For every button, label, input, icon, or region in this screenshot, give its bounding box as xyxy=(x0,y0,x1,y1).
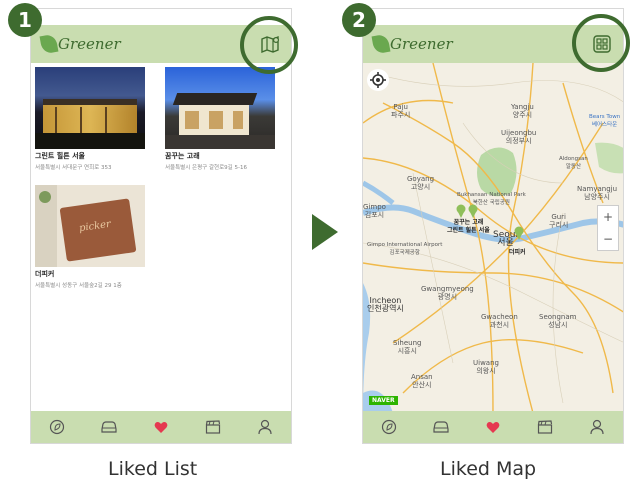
nav-clapper-button[interactable] xyxy=(534,416,556,438)
map-view[interactable]: Paju 파주시 Yangju 양주시 Uijeongbu 의정부시 Goyang 고양… xyxy=(363,63,623,413)
step-1-badge: 1 xyxy=(8,3,42,37)
nav-car-button[interactable] xyxy=(430,416,452,438)
item-address: 서울특별시 성동구 서울숲2길 29 1층 xyxy=(35,283,122,289)
heart-icon xyxy=(154,421,168,433)
zoom-in-button[interactable]: + xyxy=(603,210,613,224)
item-address: 서울특별시 은평구 갈현로9길 5-16 xyxy=(165,165,247,171)
pin-label: 꿈꾸는 고래 그린트 힐튼 서울 xyxy=(447,219,490,234)
locate-button[interactable] xyxy=(367,69,389,91)
map-label: Uiwang 의왕시 xyxy=(473,359,499,375)
bottom-nav xyxy=(363,411,623,443)
nav-clapper-button[interactable] xyxy=(202,416,224,438)
app-logo: Greener xyxy=(39,33,121,55)
liked-list-screen: Greener 그린트 힐튼 서울 서울특별시 서대문구 연희로 353 꿈꾸는… xyxy=(30,8,292,444)
app-logo: Greener xyxy=(371,33,453,55)
eco-icon xyxy=(49,419,65,435)
next-arrow-icon xyxy=(312,214,338,250)
zoom-control: + − xyxy=(597,205,619,251)
highlight-ring xyxy=(572,14,630,72)
user-icon xyxy=(590,419,604,435)
nav-profile-button[interactable] xyxy=(586,416,608,438)
step-2-badge: 2 xyxy=(342,3,376,37)
map-pin[interactable] xyxy=(513,225,525,241)
map-label: Seongnam 성남시 xyxy=(539,313,577,329)
list-item[interactable]: 꿈꾸는 고래 서울특별시 은평구 갈현로9길 5-16 xyxy=(165,67,275,171)
map-label: Gwacheon 과천시 xyxy=(481,313,518,329)
leaf-icon xyxy=(39,33,59,55)
nav-heart-button[interactable] xyxy=(150,416,172,438)
zoom-out-button[interactable]: − xyxy=(603,232,613,246)
item-title: 꿈꾸는 고래 xyxy=(165,152,200,160)
list-item[interactable]: 그린트 힐튼 서울 서울특별시 서대문구 연희로 353 xyxy=(35,67,145,171)
caption-liked-list: Liked List xyxy=(108,458,198,480)
item-title: 그린트 힐튼 서울 xyxy=(35,152,85,160)
map-label: Ansan 안산시 xyxy=(411,373,433,389)
nav-car-button[interactable] xyxy=(98,416,120,438)
app-title: Greener xyxy=(58,35,121,53)
clapper-icon xyxy=(205,420,221,434)
map-label: Paju 파주시 xyxy=(391,103,411,119)
map-label: Incheon 인천광역시 xyxy=(367,296,404,313)
map-pin[interactable] xyxy=(455,203,481,219)
map-label: Namyangju 남양주시 xyxy=(577,185,618,201)
map-label: Uijeongbu 의정부시 xyxy=(501,129,537,145)
map-label: Gimpo 김포시 xyxy=(363,203,386,219)
heart-icon xyxy=(486,421,500,433)
highlight-ring xyxy=(240,16,298,74)
bottom-nav xyxy=(31,411,291,443)
naver-logo: NAVER xyxy=(369,396,398,405)
item-title: 더피커 xyxy=(35,270,55,278)
car-icon xyxy=(101,421,117,433)
map-label: Aldongsan 알동산 xyxy=(559,156,588,170)
car-icon xyxy=(433,421,449,433)
user-icon xyxy=(258,419,272,435)
place-photo xyxy=(35,67,145,149)
place-photo: picker xyxy=(35,185,145,267)
app-title: Greener xyxy=(390,35,453,53)
map-label: Siheung 시흥시 xyxy=(393,339,422,355)
map-label: Gwangmyeong 광명시 xyxy=(421,285,474,301)
clapper-icon xyxy=(537,420,553,434)
map-label: Goyang 고양시 xyxy=(407,175,435,191)
nav-eco-button[interactable] xyxy=(46,416,68,438)
nav-profile-button[interactable] xyxy=(254,416,276,438)
eco-icon xyxy=(381,419,397,435)
map-label: Guri 구리시 xyxy=(549,213,569,229)
crosshair-icon xyxy=(370,72,386,88)
caption-liked-map: Liked Map xyxy=(440,458,537,480)
nav-heart-button[interactable] xyxy=(482,416,504,438)
pin-label: 더피커 xyxy=(509,249,526,256)
map-label: Gimpo International Airport 김포국제공항 xyxy=(367,242,443,256)
list-item[interactable]: picker 더피커 서울특별시 성동구 서울숲2길 29 1층 xyxy=(35,185,145,289)
map-label: Yangju 양주시 xyxy=(511,103,534,119)
nav-eco-button[interactable] xyxy=(378,416,400,438)
map-label: Bears Town 베어스타운 xyxy=(589,114,621,128)
place-photo xyxy=(165,67,275,149)
item-address: 서울특별시 서대문구 연희로 353 xyxy=(35,165,112,171)
liked-map-screen: Greener Paju 파주시 Yangju 양주시 Uijeongbu 의정… xyxy=(362,8,624,444)
leaf-icon xyxy=(371,33,391,55)
